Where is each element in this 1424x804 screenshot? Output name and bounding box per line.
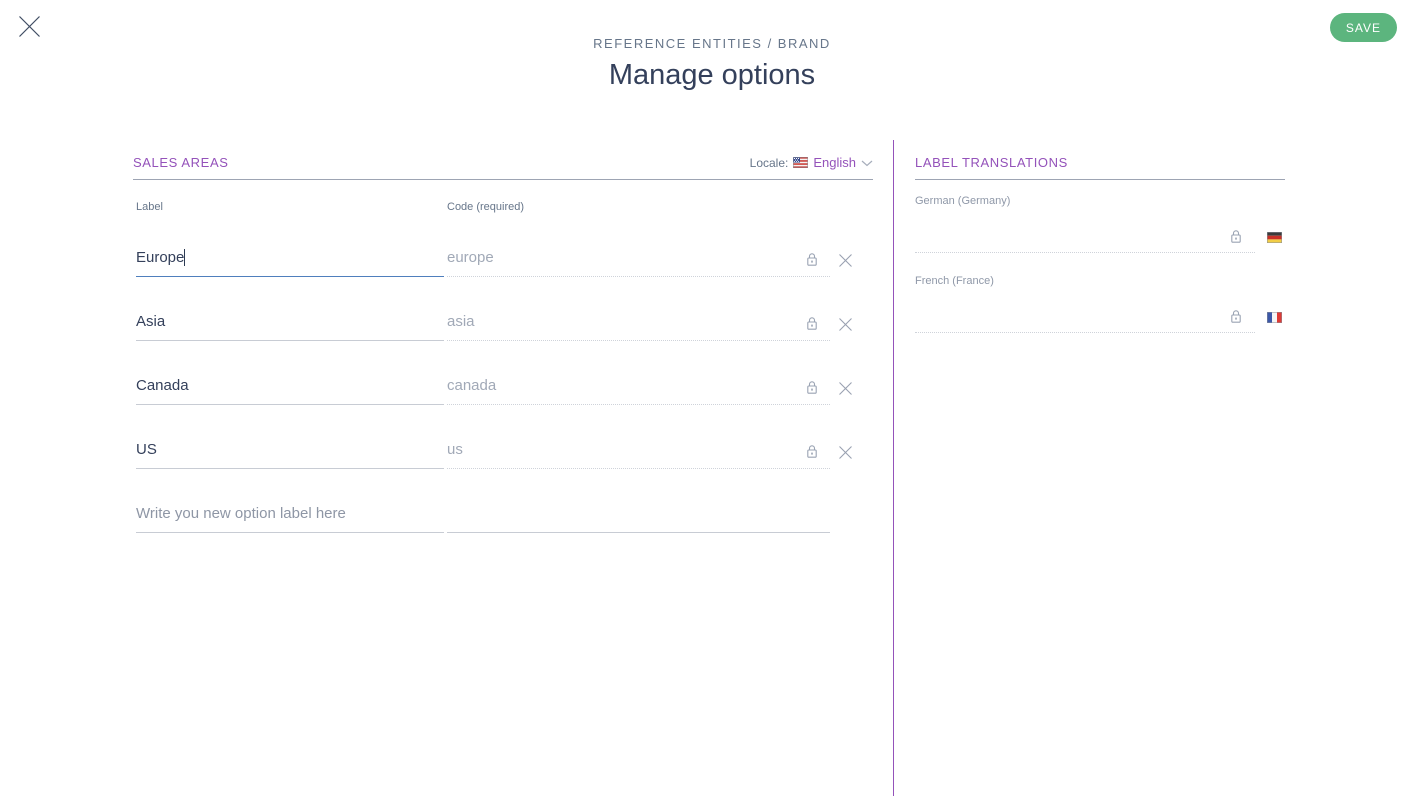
lock-icon	[805, 444, 819, 459]
delete-icon	[838, 384, 853, 399]
save-button[interactable]: SAVE	[1330, 13, 1397, 42]
options-panel-header: SALES AREAS Locale: English	[133, 140, 873, 180]
translation-input-wrap	[915, 207, 1255, 253]
delete-icon	[838, 320, 853, 335]
translation-input-german[interactable]	[915, 207, 1255, 252]
options-column-headers: Label Code (required)	[133, 201, 873, 213]
options-panel-title: SALES AREAS	[133, 155, 228, 170]
locale-switcher-value: English	[813, 155, 856, 170]
main-content: SALES AREAS Locale: English Label Code (…	[0, 140, 1424, 796]
delete-option-button[interactable]	[838, 253, 853, 268]
lock-icon	[1229, 309, 1243, 324]
delete-icon	[838, 256, 853, 271]
option-row	[133, 341, 873, 405]
option-code-input[interactable]	[447, 249, 830, 276]
translation-locale-label: French (France)	[915, 275, 1285, 287]
option-row	[133, 405, 873, 469]
delete-option-button[interactable]	[838, 317, 853, 332]
option-label-field	[136, 441, 444, 469]
fr-flag-icon	[1267, 312, 1282, 323]
new-option-code-input[interactable]	[447, 505, 830, 532]
translations-panel-header: LABEL TRANSLATIONS	[915, 140, 1285, 180]
lock-icon	[805, 252, 819, 267]
page-title: Manage options	[0, 59, 1424, 92]
lock-icon	[805, 380, 819, 395]
delete-option-button[interactable]	[838, 445, 853, 460]
translation-block-german: German (Germany)	[915, 195, 1285, 253]
option-code-input[interactable]	[447, 441, 830, 468]
option-label-input[interactable]	[136, 313, 444, 340]
translation-locale-label: German (Germany)	[915, 195, 1285, 207]
translation-block-french: French (France)	[915, 275, 1285, 333]
column-header-label: Label	[133, 201, 444, 213]
option-code-field	[447, 313, 830, 341]
translations-panel: LABEL TRANSLATIONS German (Germany) Fren…	[893, 140, 1285, 796]
option-code-field	[447, 249, 830, 277]
lock-icon	[1229, 229, 1243, 244]
option-code-input[interactable]	[447, 313, 830, 340]
option-label-field	[136, 249, 444, 277]
us-flag-icon	[793, 157, 808, 168]
translation-input-wrap	[915, 287, 1255, 333]
page-header: REFERENCE ENTITIES / BRAND Manage option…	[0, 0, 1424, 140]
delete-icon	[838, 448, 853, 463]
close-icon	[18, 26, 41, 41]
new-option-label-input[interactable]	[136, 505, 444, 532]
option-row	[133, 213, 873, 277]
breadcrumb: REFERENCE ENTITIES / BRAND	[0, 36, 1424, 51]
close-button[interactable]	[17, 15, 41, 39]
lock-icon	[805, 316, 819, 331]
translation-field	[915, 207, 1285, 253]
translation-input-french[interactable]	[915, 287, 1255, 332]
option-code-field	[447, 441, 830, 469]
new-option-label-field	[136, 505, 444, 533]
de-flag-icon	[1267, 232, 1282, 243]
option-code-input[interactable]	[447, 377, 830, 404]
option-label-input[interactable]	[136, 249, 444, 276]
translations-panel-title: LABEL TRANSLATIONS	[915, 155, 1068, 170]
option-label-field	[136, 313, 444, 341]
chevron-down-icon	[861, 156, 873, 170]
options-panel: SALES AREAS Locale: English Label Code (…	[133, 140, 873, 796]
option-label-input[interactable]	[136, 377, 444, 404]
new-option-code-field	[447, 505, 830, 533]
text-caret	[184, 249, 185, 266]
translation-field	[915, 287, 1285, 333]
locale-switcher-label: Locale:	[750, 156, 789, 170]
option-row	[133, 277, 873, 341]
new-option-row	[133, 469, 873, 533]
column-header-code: Code (required)	[444, 201, 524, 213]
option-code-field	[447, 377, 830, 405]
option-label-input[interactable]	[136, 441, 444, 468]
locale-switcher[interactable]: Locale: English	[750, 155, 873, 170]
delete-option-button[interactable]	[838, 381, 853, 396]
option-label-field	[136, 377, 444, 405]
